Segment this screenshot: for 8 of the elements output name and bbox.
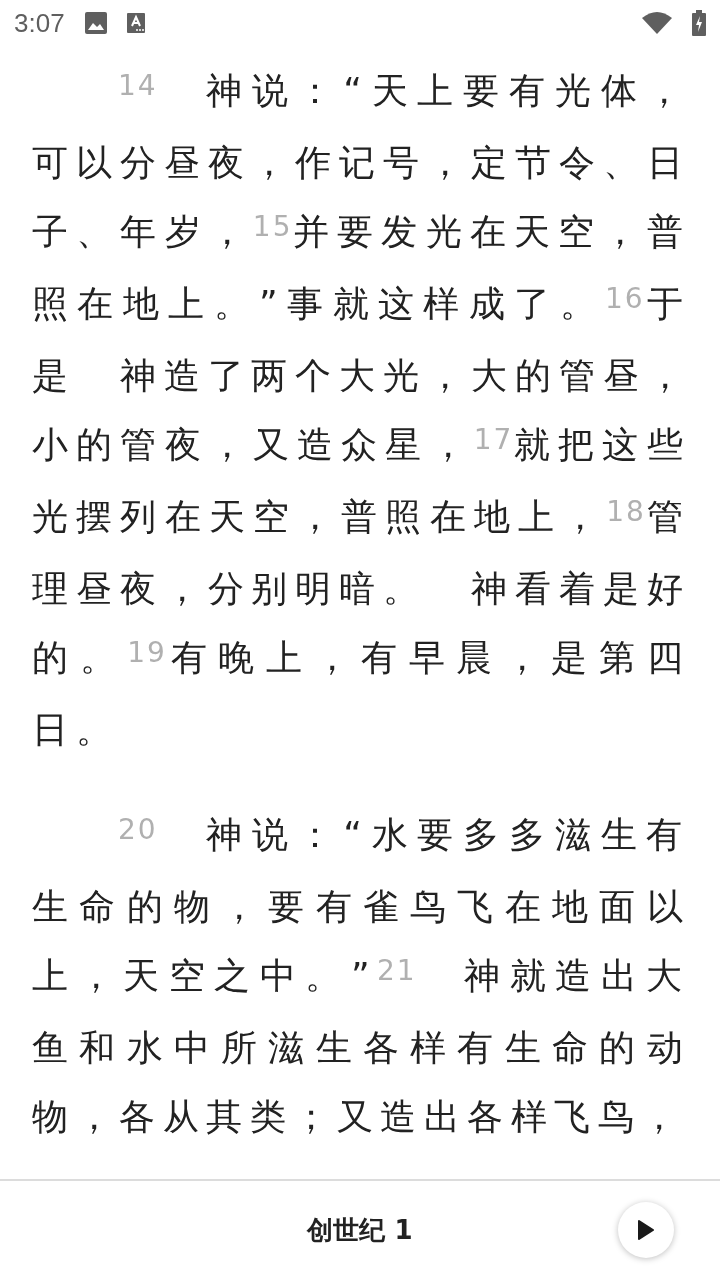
- image-icon: [84, 12, 107, 34]
- chapter-title[interactable]: 创世纪 1: [307, 1213, 413, 1248]
- play-icon: [638, 1220, 654, 1240]
- font-icon: [126, 13, 145, 33]
- play-button[interactable]: [618, 1202, 674, 1258]
- battery-icon: [692, 10, 706, 36]
- status-time: 3:07: [14, 7, 65, 39]
- wifi-icon: [642, 12, 672, 34]
